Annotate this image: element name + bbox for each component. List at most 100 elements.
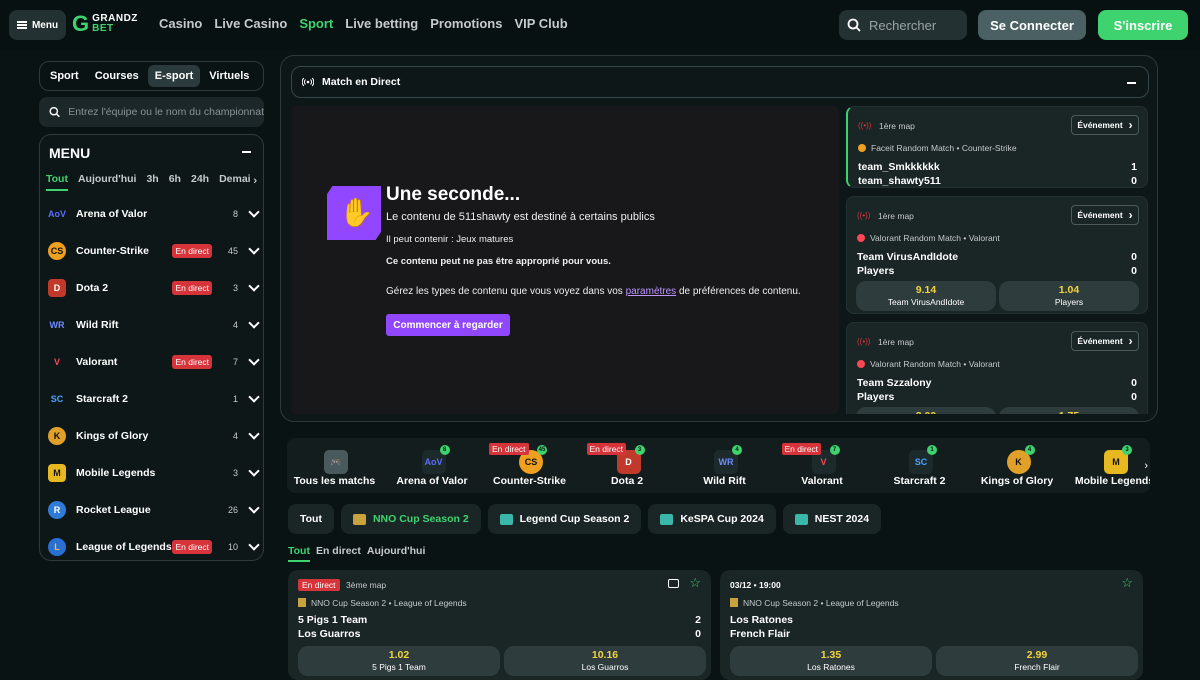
chevron-down-icon[interactable] [248, 427, 260, 440]
game-name: Arena of Valor [76, 207, 148, 220]
chevron-down-icon[interactable] [248, 316, 260, 329]
tournament-legend-cup[interactable]: Legend Cup Season 2 [487, 504, 642, 534]
odds-label: Los Guarros [581, 662, 629, 672]
game-row-rocket-league[interactable]: R Rocket League 26 [48, 491, 260, 528]
live-badge: En direct [172, 243, 212, 258]
tab-sport[interactable]: Sport [43, 65, 86, 87]
settings-link[interactable]: paramètres [626, 286, 677, 297]
carousel-item[interactable]: AoV 8 Arena of Valor [385, 438, 480, 493]
carousel-item[interactable]: WR 4 Wild Rift [677, 438, 772, 493]
tab-esport[interactable]: E-sport [147, 65, 201, 87]
live-match-card[interactable]: ((•)) 1ère map Événement › Valorant Random M… [846, 322, 1148, 414]
team-search-input[interactable]: Entrez l'équipe ou le nom du championnat [39, 97, 264, 127]
carousel-item[interactable]: K 4 Kings of Glory [970, 438, 1065, 493]
carousel-item[interactable]: M 3 Mobile Legends [1067, 438, 1150, 493]
tv-icon[interactable] [668, 579, 679, 588]
game-count: 45 [227, 245, 238, 256]
valorant-icon [857, 360, 865, 368]
time-filter-24h[interactable]: 24h [191, 173, 209, 191]
odds-button[interactable]: 2.99 French Flair [936, 646, 1138, 676]
carousel-item[interactable]: 🎮 Tous les matchs [287, 438, 382, 493]
carousel-item[interactable]: SC 1 Starcraft 2 [872, 438, 967, 493]
logo[interactable]: G GRANDZ BET [72, 13, 138, 35]
header-search[interactable]: Rechercher [839, 10, 967, 40]
time-filter-3h[interactable]: 3h [146, 173, 158, 191]
live-match-header[interactable]: Match en Direct [291, 66, 1149, 98]
carousel-item[interactable]: CS 45 En direct Counter-Strike [482, 438, 577, 493]
game-row-arena-of-valor[interactable]: AoV Arena of Valor 8 [48, 195, 260, 232]
chevron-down-icon[interactable] [248, 501, 260, 514]
tournament-nno-cup[interactable]: NNO Cup Season 2 [340, 504, 481, 534]
time-filter-6h[interactable]: 6h [169, 173, 181, 191]
live-match-card[interactable]: ((•)) 1ère map Événement › Faceit Random Mat… [846, 106, 1148, 188]
tournament-all[interactable]: Tout [288, 504, 334, 534]
chevron-right-icon[interactable]: › [253, 175, 257, 187]
nav-live-casino[interactable]: Live Casino [214, 16, 287, 31]
chevron-down-icon[interactable] [248, 390, 260, 403]
game-row-starcraft-2[interactable]: SC Starcraft 2 1 [48, 380, 260, 417]
carousel-item[interactable]: V 7 En direct Valorant [775, 438, 870, 493]
signup-button[interactable]: S'inscrire [1098, 10, 1188, 40]
chevron-right-icon: › [1128, 334, 1133, 348]
collapse-icon[interactable] [242, 151, 251, 153]
chevron-down-icon[interactable] [248, 242, 260, 255]
subtab-live[interactable]: En direct [316, 545, 361, 562]
nav-promotions[interactable]: Promotions [430, 16, 502, 31]
tab-virtuels[interactable]: Virtuels [202, 65, 256, 87]
time-filter-today[interactable]: Aujourd'hui [78, 173, 136, 191]
chevron-down-icon[interactable] [248, 205, 260, 218]
star-icon[interactable]: ☆ [1121, 575, 1133, 591]
game-row-wild-rift[interactable]: WR Wild Rift 4 [48, 306, 260, 343]
event-button[interactable]: Événement › [1071, 331, 1139, 351]
odds-button[interactable]: 9.14 Team VirusAndIdote [856, 281, 996, 311]
counter-strike-icon: CS [48, 241, 66, 260]
stream-player[interactable]: ✋ Une seconde... Le contenu de 511shawty… [291, 106, 839, 414]
subtab-today[interactable]: Aujourd'hui [367, 545, 425, 562]
start-watching-button[interactable]: Commencer à regarder [386, 314, 510, 336]
chevron-down-icon[interactable] [248, 538, 260, 551]
collapse-icon[interactable] [1127, 82, 1136, 84]
logo-text-bottom: BET [92, 23, 114, 34]
odds-button[interactable]: 1.04 Players [999, 281, 1139, 311]
live-match-card[interactable]: ((•)) 1ère map Événement › Valorant Random M… [846, 196, 1148, 314]
tab-courses[interactable]: Courses [88, 65, 146, 87]
tournament-nest[interactable]: NEST 2024 [782, 504, 882, 534]
time-filter-all[interactable]: Tout [46, 173, 68, 191]
carousel-item[interactable]: D 3 En direct Dota 2 [580, 438, 675, 493]
odds-button[interactable]: 10.16 Los Guarros [504, 646, 706, 676]
chevron-down-icon[interactable] [248, 353, 260, 366]
chevron-right-icon[interactable]: › [1144, 460, 1148, 472]
nav-sport[interactable]: Sport [299, 16, 333, 31]
game-row-kings-of-glory[interactable]: K Kings of Glory 4 [48, 417, 260, 454]
tournament-kespa-cup[interactable]: KeSPA Cup 2024 [648, 504, 776, 534]
game-row-valorant[interactable]: V Valorant En direct 7 [48, 343, 260, 380]
carousel-item-label: Arena of Valor [396, 475, 468, 487]
team-name: Players [857, 265, 895, 277]
match-card[interactable]: En direct 3ème map ☆ NNO Cup Season 2 • Lea… [288, 570, 711, 680]
nav-live-betting[interactable]: Live betting [345, 16, 418, 31]
event-button[interactable]: Événement › [1071, 205, 1139, 225]
login-button[interactable]: Se Connecter [978, 10, 1086, 40]
odds-button[interactable]: 1.35 Los Ratones [730, 646, 932, 676]
kings-of-glory-icon [660, 513, 674, 525]
carousel-item-label: Counter-Strike [493, 475, 566, 487]
game-row-league-of-legends[interactable]: L League of Legends En direct 10 [48, 528, 260, 565]
chevron-down-icon[interactable] [248, 464, 260, 477]
match-card[interactable]: 03/12 • 19:00 ☆ NNO Cup Season 2 • League … [720, 570, 1143, 680]
subtab-all[interactable]: Tout [288, 545, 310, 562]
team-score: 0 [1131, 251, 1137, 263]
time-filter-tomorrow[interactable]: Demain [219, 173, 251, 191]
game-row-mobile-legends[interactable]: M Mobile Legends 3 [48, 454, 260, 491]
nav-casino[interactable]: Casino [159, 16, 202, 31]
game-row-dota-2[interactable]: D Dota 2 En direct 3 [48, 269, 260, 306]
chevron-down-icon[interactable] [248, 279, 260, 292]
game-row-counter-strike[interactable]: CS Counter-Strike En direct 45 [48, 232, 260, 269]
menu-button[interactable]: Menu [9, 10, 66, 40]
star-icon[interactable]: ☆ [689, 575, 701, 591]
odds-button[interactable]: 1.02 5 Pigs 1 Team [298, 646, 500, 676]
odds-button[interactable]: 2.00 [856, 407, 996, 414]
odds-button[interactable]: 1.75 [999, 407, 1139, 414]
nav-vip-club[interactable]: VIP Club [514, 16, 567, 31]
event-button[interactable]: Événement › [1071, 115, 1139, 135]
odds-value: 2.00 [856, 410, 996, 414]
